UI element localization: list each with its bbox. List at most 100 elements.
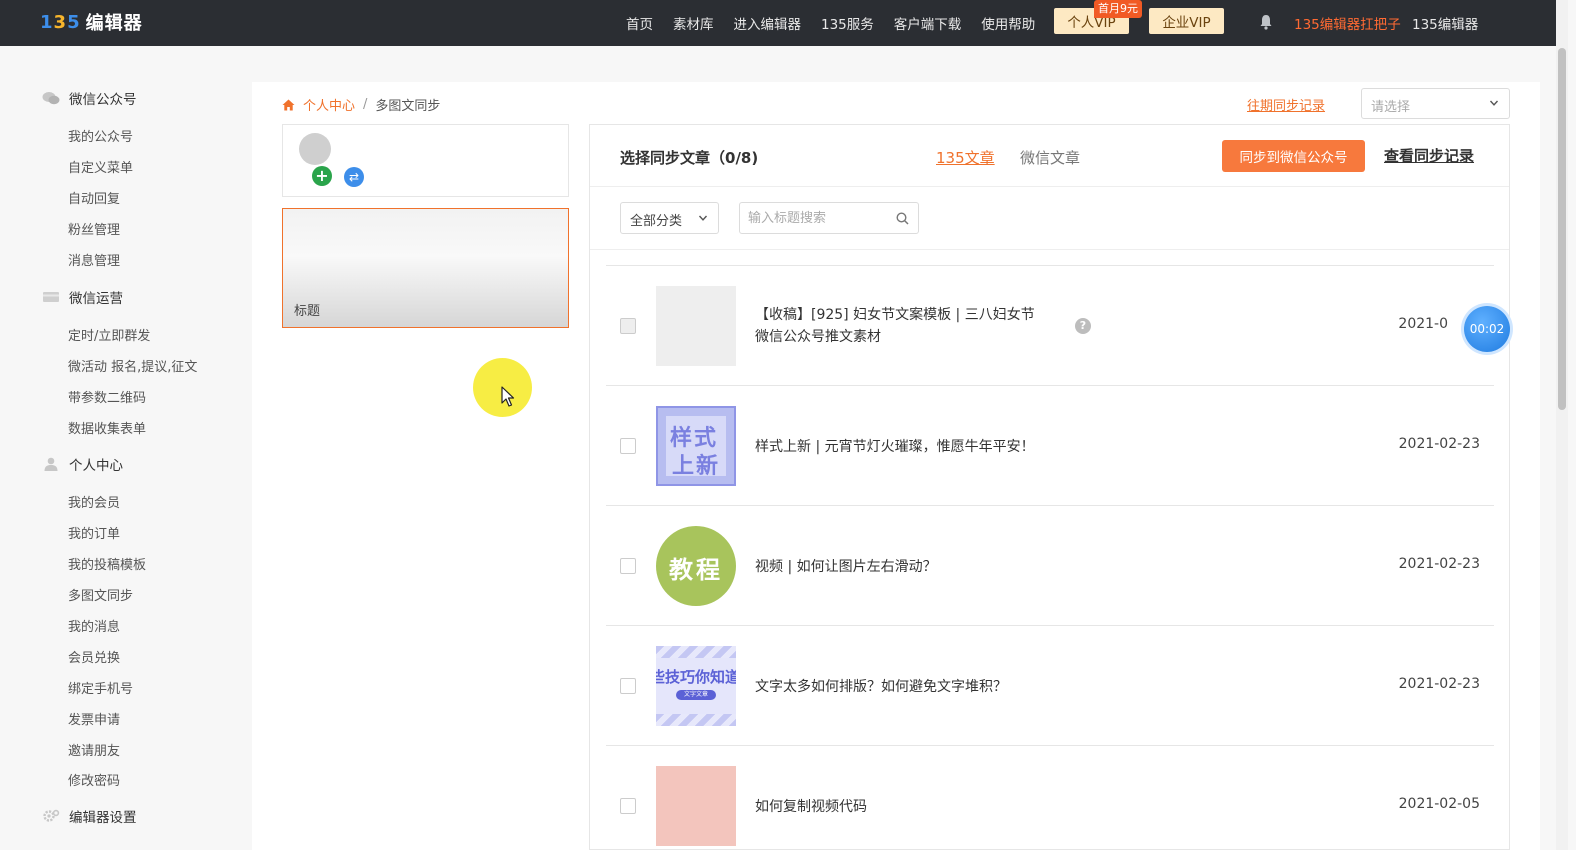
sidebar-item-invite[interactable]: 邀请朋友: [68, 740, 120, 759]
sidebar-item-micro-activity[interactable]: 微活动 报名,提议,征文: [68, 356, 197, 375]
scrollbar-thumb[interactable]: [1558, 48, 1566, 410]
article-title[interactable]: 样式上新 | 元宵节灯火璀璨，惟愿牛年平安！: [755, 436, 1035, 458]
account-select[interactable]: 请选择: [1361, 88, 1510, 119]
article-title[interactable]: 视频 | 如何让图片左右滑动？: [755, 556, 937, 578]
sidebar-item-my-messages[interactable]: 我的消息: [68, 616, 120, 635]
nav-download[interactable]: 客户端下载: [894, 13, 962, 33]
article-row[interactable]: 教程 视频 | 如何让图片左右滑动？ 2021-02-23: [606, 505, 1494, 625]
sidebar-item-fans[interactable]: 粉丝管理: [68, 219, 120, 238]
sidebar-group-label: 个人中心: [69, 458, 123, 474]
cover-title: 标题: [294, 304, 321, 319]
bell-icon[interactable]: [1259, 14, 1273, 30]
article-row[interactable]: 【收稿】[925] 妇女节文案模板 | 三八妇女节 微信公众号推文素材 ? 20…: [606, 265, 1510, 385]
category-select[interactable]: 全部分类: [620, 202, 719, 234]
sidebar-group-wechat[interactable]: 微信公众号: [42, 88, 137, 108]
sidebar-item-data-form[interactable]: 数据收集表单: [68, 418, 146, 437]
nav-materials[interactable]: 素材库: [673, 13, 714, 33]
nav-services[interactable]: 135服务: [821, 13, 874, 33]
article-thumbnail: 些技巧你知道 文字文章: [656, 646, 736, 726]
account-card: + ⇄: [282, 124, 569, 197]
search-input[interactable]: [748, 209, 888, 227]
article-title-line: 微信公众号推文素材: [755, 329, 881, 345]
article-row[interactable]: 如何复制视频代码 2021-02-05: [606, 745, 1494, 850]
category-select-value: 全部分类: [630, 214, 683, 229]
article-title[interactable]: 如何复制视频代码: [755, 796, 867, 818]
article-thumbnail: 样式 上新: [656, 406, 736, 486]
sidebar-item-auto-reply[interactable]: 自动回复: [68, 188, 120, 207]
breadcrumb-separator: /: [363, 97, 368, 112]
breadcrumb-current: 多图文同步: [375, 99, 441, 114]
sidebar-item-multi-article-sync[interactable]: 多图文同步: [68, 585, 133, 604]
home-icon[interactable]: [282, 99, 295, 111]
thumbnail-subtext: 文字文章: [676, 690, 716, 700]
article-checkbox[interactable]: [620, 798, 636, 814]
article-title-line: 【收稿】[925] 妇女节文案模板 | 三八妇女节: [755, 307, 1035, 323]
sidebar-item-templates[interactable]: 我的投稿模板: [68, 554, 146, 573]
logo-text: 编辑器: [85, 13, 143, 34]
search-icon[interactable]: [896, 212, 909, 225]
user-nickname-link[interactable]: 135编辑器扛把子: [1294, 13, 1401, 33]
question-icon[interactable]: ?: [1075, 318, 1091, 334]
sync-to-wechat-button[interactable]: 同步到微信公众号: [1222, 140, 1365, 172]
sidebar-item-invoice[interactable]: 发票申请: [68, 709, 120, 728]
switch-account-icon[interactable]: ⇄: [344, 167, 364, 187]
breadcrumb-parent[interactable]: 个人中心: [303, 95, 355, 114]
past-sync-history-link[interactable]: 往期同步记录: [1247, 95, 1325, 114]
chevron-down-icon: [698, 215, 708, 221]
card-icon: [43, 292, 59, 302]
view-sync-record-link[interactable]: 查看同步记录: [1384, 145, 1474, 166]
article-cover-preview[interactable]: 标题: [282, 208, 569, 328]
thumbnail-text: 教程: [669, 556, 723, 584]
sidebar-item-bind-phone[interactable]: 绑定手机号: [68, 678, 133, 697]
article-thumbnail: 教程: [656, 526, 736, 606]
recording-timer-badge[interactable]: 00:02: [1464, 306, 1510, 352]
article-date: 2021-02-05: [1398, 796, 1480, 812]
sidebar-group-personal-center[interactable]: 个人中心: [42, 454, 123, 474]
sidebar-item-custom-menu[interactable]: 自定义菜单: [68, 157, 133, 176]
article-checkbox[interactable]: [620, 318, 636, 334]
article-title[interactable]: 【收稿】[925] 妇女节文案模板 | 三八妇女节 微信公众号推文素材: [755, 304, 1035, 348]
sidebar-group-label: 微信运营: [69, 291, 123, 307]
page-scrollbar[interactable]: [1556, 0, 1568, 850]
article-checkbox[interactable]: [620, 678, 636, 694]
article-row[interactable]: 样式 上新 样式上新 | 元宵节灯火璀璨，惟愿牛年平安！ 2021-02-23: [606, 385, 1494, 505]
sidebar-item-redeem[interactable]: 会员兑换: [68, 647, 120, 666]
logo-mark: 135: [40, 11, 80, 33]
article-selection-panel: 选择同步文章（0/8) 135文章 微信文章 同步到微信公众号 查看同步记录 全…: [589, 124, 1510, 850]
tab-wechat-articles[interactable]: 微信文章: [1020, 147, 1080, 168]
nav-editor[interactable]: 进入编辑器: [734, 13, 802, 33]
title-search: [739, 202, 919, 234]
sidebar-item-membership[interactable]: 我的会员: [68, 492, 120, 511]
gear-icon: [43, 809, 60, 822]
logo[interactable]: 135 编辑器: [40, 9, 143, 35]
account-select-placeholder: 请选择: [1371, 100, 1411, 115]
article-checkbox[interactable]: [620, 558, 636, 574]
article-checkbox[interactable]: [620, 438, 636, 454]
sidebar-item-mass-send[interactable]: 定时/立即群发: [68, 325, 150, 344]
top-navbar: 135 编辑器 首页 素材库 进入编辑器 135服务 客户端下载 使用帮助 个人…: [0, 0, 1556, 46]
tab-135-articles[interactable]: 135文章: [936, 147, 995, 168]
article-row[interactable]: 些技巧你知道 文字文章 文字太多如何排版？如何避免文字堆积？ 2021-02-2…: [606, 625, 1494, 745]
filter-bar: 全部分类: [590, 187, 1509, 250]
sidebar-group-label: 微信公众号: [69, 92, 137, 108]
vip-promo-badge: 首月9元: [1094, 0, 1142, 18]
main-nav: 首页 素材库 进入编辑器 135服务 客户端下载 使用帮助: [626, 0, 1055, 46]
user-account-name[interactable]: 135编辑器: [1412, 13, 1478, 33]
sidebar-item-qrcode[interactable]: 带参数二维码: [68, 387, 146, 406]
sidebar-item-orders[interactable]: 我的订单: [68, 523, 120, 542]
nav-home[interactable]: 首页: [626, 13, 653, 33]
nav-help[interactable]: 使用帮助: [981, 13, 1035, 33]
wechat-icon: [42, 92, 60, 105]
user-icon: [44, 457, 58, 471]
sidebar-item-my-accounts[interactable]: 我的公众号: [68, 126, 133, 145]
article-title[interactable]: 文字太多如何排版？如何避免文字堆积？: [755, 676, 1007, 698]
article-date: 2021-02-23: [1398, 556, 1480, 572]
add-account-icon[interactable]: +: [312, 166, 332, 186]
article-date: 2021-02-23: [1398, 436, 1480, 452]
sidebar-item-change-password[interactable]: 修改密码: [68, 770, 120, 789]
sidebar-item-messages[interactable]: 消息管理: [68, 250, 120, 269]
sidebar-group-operations[interactable]: 微信运营: [42, 287, 123, 307]
sidebar-group-editor-settings[interactable]: 编辑器设置: [42, 806, 137, 826]
enterprise-vip-button[interactable]: 企业VIP: [1149, 8, 1224, 34]
avatar[interactable]: [299, 133, 331, 165]
